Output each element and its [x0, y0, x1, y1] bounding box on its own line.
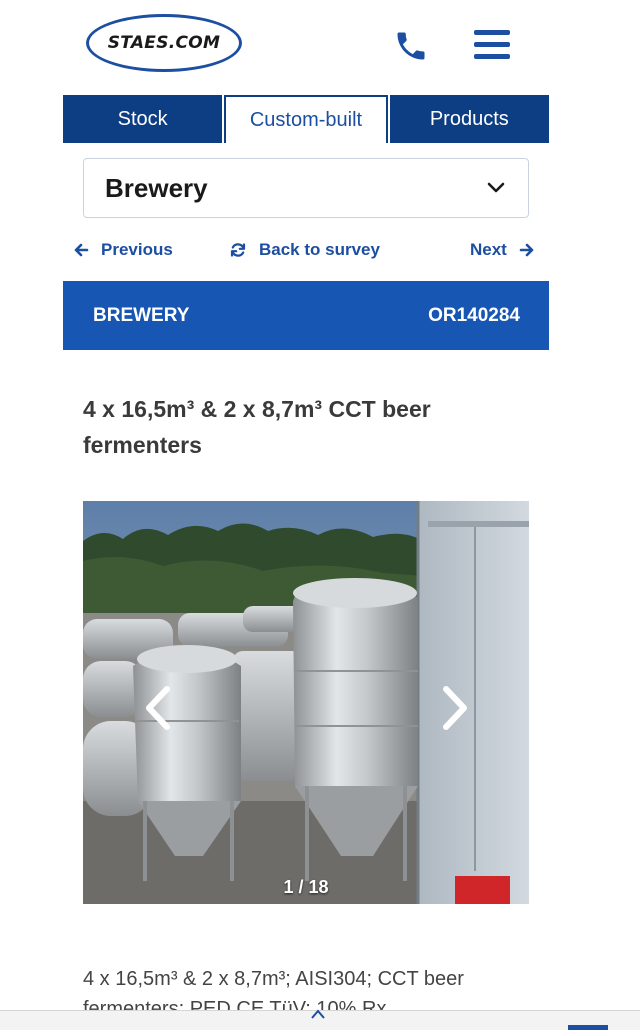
chevron-down-icon: [487, 182, 505, 193]
share-icon[interactable]: [310, 1009, 326, 1019]
logo-text: STAES.COM: [107, 33, 221, 53]
gallery-counter: 1 / 18: [283, 877, 329, 897]
previous-label: Previous: [101, 240, 173, 259]
next-link[interactable]: Next: [470, 238, 535, 262]
staes-logo[interactable]: STAES.COM: [86, 14, 242, 72]
back-to-survey-link[interactable]: Back to survey: [230, 238, 380, 262]
tab-custom-built[interactable]: Custom-built: [224, 95, 388, 143]
tabs-indicator[interactable]: [568, 1025, 608, 1030]
refresh-icon: [230, 243, 246, 257]
next-label: Next: [470, 240, 507, 259]
hamburger-menu-icon[interactable]: [474, 30, 510, 62]
gallery-next-icon[interactable]: [440, 685, 470, 731]
category-banner: BREWERY OR140284: [63, 281, 549, 350]
tab-products[interactable]: Products: [389, 95, 549, 143]
category-select[interactable]: Brewery: [83, 158, 529, 218]
product-title: 4 x 16,5m³ & 2 x 8,7m³ CCT beer fermente…: [83, 396, 431, 458]
back-to-survey-label: Back to survey: [259, 240, 380, 259]
arrow-right-icon: [519, 243, 534, 257]
tab-stock[interactable]: Stock: [63, 95, 223, 143]
section-tabs: Stock Custom-built Products: [63, 95, 549, 143]
category-select-value: Brewery: [105, 172, 208, 203]
browser-toolbar: [0, 1009, 640, 1030]
previous-link[interactable]: Previous: [73, 238, 173, 262]
phone-icon[interactable]: [393, 28, 429, 64]
banner-reference: OR140284: [428, 304, 520, 326]
arrow-left-icon: [74, 243, 89, 257]
image-gallery[interactable]: 1 / 18: [83, 501, 529, 904]
gallery-prev-icon[interactable]: [143, 685, 173, 731]
banner-category: BREWERY: [93, 304, 190, 326]
